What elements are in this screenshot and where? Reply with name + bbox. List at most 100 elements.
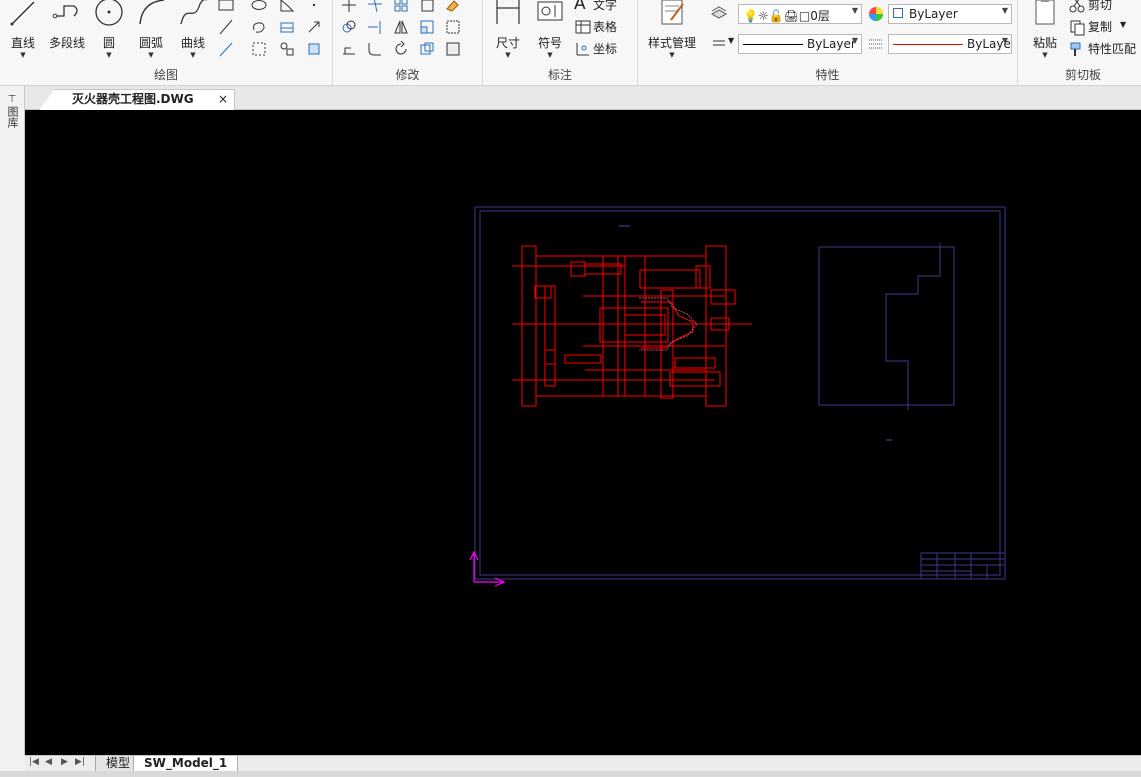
region-icon [280, 0, 295, 12]
stretch-tool[interactable] [340, 40, 358, 58]
wipeout-tool[interactable] [305, 40, 323, 58]
ray-tool[interactable] [217, 40, 235, 58]
rectangle-icon [218, 0, 234, 11]
hatch-tool[interactable] [278, 18, 296, 36]
move-icon [342, 0, 356, 12]
chevron-down-icon: ▼ [190, 51, 196, 59]
point-tool[interactable] [305, 0, 323, 14]
group-tool[interactable] [278, 40, 296, 58]
trim-icon [368, 0, 382, 13]
side-view-drawing [818, 243, 955, 410]
region-tool[interactable] [278, 0, 296, 14]
draw-panel-title: 绘图 [153, 68, 178, 82]
polyline-button[interactable]: 多段线 [44, 0, 90, 58]
line-icon [10, 1, 35, 26]
paste-button[interactable]: 粘贴 ▼ [1024, 0, 1066, 59]
layout-tab-bar: |◀ ◀ ▶ ▶| 模型 SW_Model_1 [25, 755, 1141, 772]
last-layout-icon[interactable]: ▶| [75, 757, 85, 767]
construction-line-tool[interactable] [217, 18, 235, 36]
paste-label: 粘贴 [1032, 36, 1057, 50]
layer-combo[interactable]: 💡☼🔓🖨□0层 ▼ [738, 4, 862, 24]
select-icon [446, 20, 460, 34]
lineweight-button[interactable] [867, 35, 885, 53]
next-layout-icon[interactable]: ▶ [61, 757, 68, 767]
revcloud-tool[interactable] [250, 18, 268, 36]
copy-object-tool[interactable] [340, 18, 358, 36]
layer-properties-button[interactable] [710, 4, 728, 22]
copy-button[interactable] [1068, 18, 1086, 36]
revcloud-icon [253, 22, 265, 33]
erase-tool[interactable] [444, 0, 462, 14]
polyline-label: 多段线 [48, 36, 85, 50]
layers-icon [710, 6, 728, 19]
cut-label[interactable]: 剪切 [1088, 0, 1112, 13]
lightbulb-icon: 💡 [743, 9, 758, 23]
mirror-tool[interactable] [392, 18, 410, 36]
line-button[interactable]: 直线 ▼ [2, 0, 44, 59]
ribbon: 直线 ▼ 多段线 圆 ▼ 圆弧 ▼ 曲线 ▼ 绘图 修改 尺寸 ▼ 符号 ▼ A… [0, 0, 1141, 86]
text-label[interactable]: 文字 [593, 0, 617, 13]
lineweight-icon [869, 39, 883, 49]
lines-icon [713, 40, 725, 46]
match-properties-button[interactable] [1068, 40, 1086, 58]
arc-icon [139, 0, 165, 25]
copy-object-icon [342, 20, 356, 33]
boundary-icon [252, 42, 266, 56]
explode-tool[interactable] [418, 40, 436, 58]
annotate-panel: 尺寸 ▼ 符号 ▼ A 文字 表格 坐标 标注 [483, 0, 638, 85]
rectangle-tool[interactable] [217, 0, 235, 14]
prev-layout-icon[interactable]: ◀ [45, 757, 52, 767]
paper-border [474, 206, 1006, 580]
side-strip: ⊤ 图库 [0, 86, 25, 755]
curve-button[interactable]: 曲线 ▼ [172, 0, 214, 59]
document-tab-bar: 灭火器壳工程图.DWG × [25, 86, 1141, 110]
symbol-button[interactable]: 符号 ▼ [529, 0, 571, 59]
chevron-down-icon: ▼ [148, 51, 154, 59]
text-icon: A [574, 0, 586, 14]
move-tool[interactable] [340, 0, 358, 14]
chevron-down-icon: ▼ [1001, 36, 1008, 45]
trim-tool[interactable] [366, 0, 384, 14]
color-wheel-button[interactable] [867, 5, 885, 23]
match-properties-label[interactable]: 特性匹配 [1088, 40, 1136, 57]
dimension-button[interactable]: 尺寸 ▼ [487, 0, 529, 59]
cut-button[interactable] [1068, 0, 1086, 14]
curve-label: 曲线 [180, 36, 205, 50]
table-tool[interactable] [574, 18, 592, 36]
coordinate-label[interactable]: 坐标 [593, 40, 617, 57]
arc-button[interactable]: 圆弧 ▼ [130, 0, 172, 59]
linetype-combo[interactable]: ByLayer ▼ [738, 34, 862, 54]
array-icon [394, 0, 408, 12]
library-side-tab[interactable]: ⊤ 图库 [4, 94, 20, 131]
arrow-tool[interactable] [305, 18, 323, 36]
color-combo[interactable]: ByLayer ▼ [888, 4, 1012, 24]
offset-tool[interactable] [418, 0, 436, 14]
document-tab[interactable]: 灭火器壳工程图.DWG × [39, 89, 235, 110]
properties-tool[interactable] [444, 40, 462, 58]
drawing-canvas[interactable] [25, 110, 1141, 755]
modify-panel-title: 修改 [395, 68, 420, 82]
tab-sw-model-1[interactable]: SW_Model_1 [133, 756, 239, 772]
coordinate-tool[interactable] [574, 40, 592, 58]
linetype-sample [743, 44, 803, 45]
table-icon [575, 20, 591, 34]
copy-label[interactable]: 复制 [1088, 18, 1112, 35]
lineweight-toggle[interactable] [710, 34, 728, 52]
first-layout-icon[interactable]: |◀ [29, 757, 39, 767]
lineweight-combo[interactable]: ByLayer ▼ [888, 34, 1012, 54]
extend-tool[interactable] [366, 18, 384, 36]
properties-panel-title: 特性 [815, 68, 840, 82]
close-icon[interactable]: × [218, 90, 228, 109]
array-tool[interactable] [392, 0, 410, 14]
fillet-tool[interactable] [366, 40, 384, 58]
circle-button[interactable]: 圆 ▼ [88, 0, 130, 59]
text-tool[interactable]: A [574, 0, 592, 14]
ellipse-tool[interactable] [250, 0, 268, 14]
style-manager-button[interactable]: 样式管理 ▼ [644, 0, 700, 59]
symbol-icon [537, 1, 563, 21]
select-tool[interactable] [444, 18, 462, 36]
rotate-tool[interactable] [392, 40, 410, 58]
boundary-tool[interactable] [250, 40, 268, 58]
table-label[interactable]: 表格 [593, 18, 617, 35]
scale-tool[interactable] [418, 18, 436, 36]
